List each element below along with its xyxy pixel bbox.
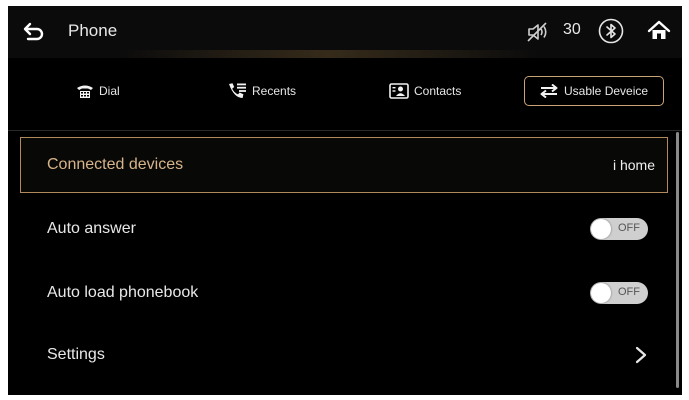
volume-level: 30 <box>563 21 581 38</box>
bluetooth-icon[interactable] <box>598 18 624 44</box>
connected-device-name: i home <box>612 157 655 173</box>
list-item-connected-devices[interactable]: Connected devices i home <box>20 137 668 193</box>
auto-load-phonebook-toggle[interactable]: OFF <box>590 282 648 304</box>
tab-usable-device-label: Usable Deveice <box>564 84 649 98</box>
page-title: Phone <box>68 21 118 40</box>
tab-recents-label: Recents <box>252 84 297 98</box>
back-arrow-icon <box>23 22 44 41</box>
back-button[interactable] <box>22 20 46 44</box>
header-glow <box>118 50 538 58</box>
tab-dial[interactable]: Dial <box>76 76 120 106</box>
connected-devices-label: Connected devices <box>47 156 184 173</box>
status-bar: Phone 30 <box>8 6 682 58</box>
list-item-auto-answer[interactable]: Auto answer OFF <box>20 201 668 257</box>
list-item-settings[interactable]: Settings <box>20 327 668 383</box>
auto-answer-toggle-state: OFF <box>618 222 640 234</box>
recent-calls-icon <box>229 83 246 98</box>
swap-arrows-icon <box>540 84 558 98</box>
tab-usable-device[interactable]: Usable Deveice <box>524 76 664 106</box>
chevron-right-icon <box>635 346 647 364</box>
dialpad-phone-icon <box>77 85 93 98</box>
home-icon <box>647 20 671 39</box>
volume-mute-icon <box>526 20 550 44</box>
contacts-icon <box>389 83 409 99</box>
list-item-auto-load-phonebook[interactable]: Auto load phonebook OFF <box>20 265 668 321</box>
toggle-knob <box>591 283 611 303</box>
auto-answer-toggle[interactable]: OFF <box>590 218 648 240</box>
toggle-knob <box>591 219 611 239</box>
tab-contacts-label: Contacts <box>414 84 462 98</box>
settings-label: Settings <box>47 346 105 363</box>
auto-load-phonebook-toggle-state: OFF <box>618 286 640 298</box>
tab-recents[interactable]: Recents <box>227 76 296 106</box>
list-scrollbar[interactable] <box>676 132 679 388</box>
tab-dial-label: Dial <box>99 84 120 98</box>
phone-screen: Phone 30 Dial Recents Contacts Usable De… <box>8 6 682 395</box>
tabs-divider <box>8 130 682 131</box>
auto-answer-label: Auto answer <box>47 220 136 237</box>
tab-contacts[interactable]: Contacts <box>389 76 461 106</box>
home-button[interactable] <box>647 19 671 43</box>
auto-load-phonebook-label: Auto load phonebook <box>47 284 199 301</box>
